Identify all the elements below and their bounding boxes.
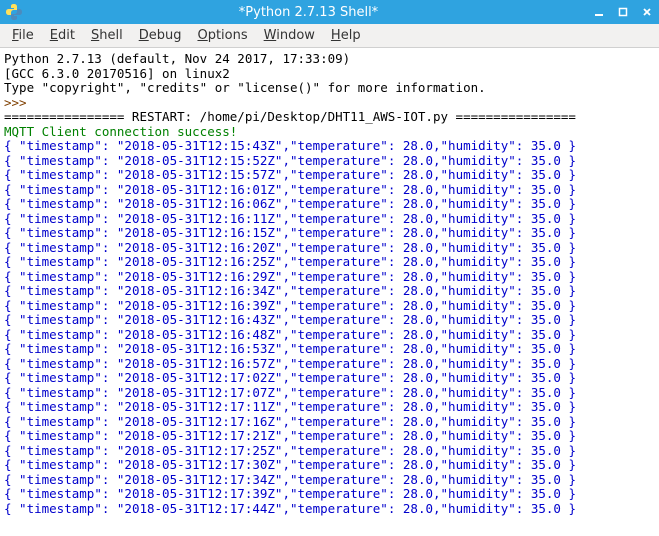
window-controls <box>587 0 659 24</box>
minimize-button[interactable] <box>587 0 611 24</box>
menu-options[interactable]: Options <box>191 26 257 45</box>
maximize-button[interactable] <box>611 0 635 24</box>
window-title: *Python 2.7.13 Shell* <box>30 5 587 20</box>
menubar: File Edit Shell Debug Options Window Hel… <box>0 24 659 48</box>
close-button[interactable] <box>635 0 659 24</box>
menu-window[interactable]: Window <box>258 26 325 45</box>
menu-help[interactable]: Help <box>325 26 371 45</box>
menu-edit[interactable]: Edit <box>44 26 85 45</box>
python-icon <box>4 2 24 22</box>
menu-file[interactable]: File <box>6 26 44 45</box>
menu-shell[interactable]: Shell <box>85 26 133 45</box>
console-output[interactable]: Python 2.7.13 (default, Nov 24 2017, 17:… <box>0 48 659 536</box>
titlebar[interactable]: *Python 2.7.13 Shell* <box>0 0 659 24</box>
menu-debug[interactable]: Debug <box>133 26 192 45</box>
